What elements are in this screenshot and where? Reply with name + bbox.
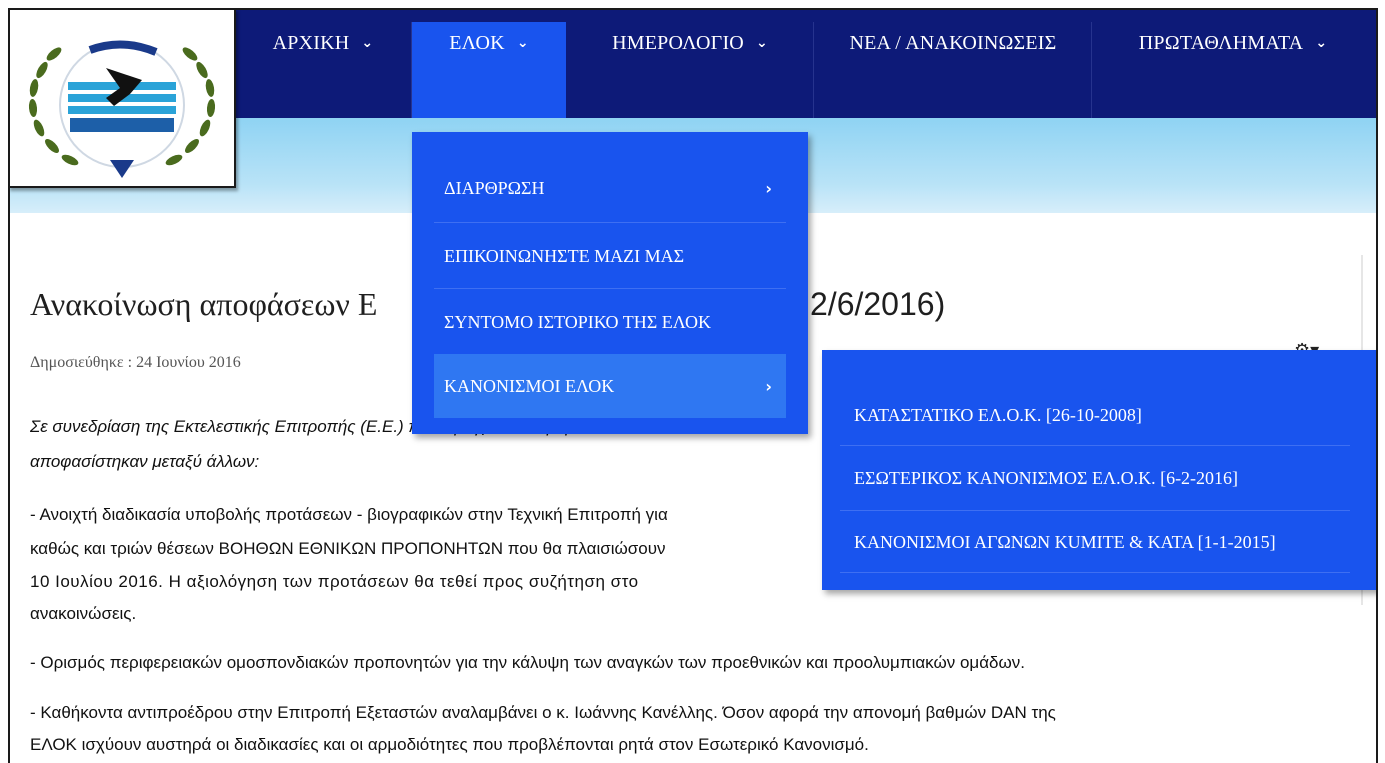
- nav-label-elok: ΕΛΟΚ: [449, 31, 505, 54]
- article-title-end: 2/6/2016): [810, 286, 946, 322]
- nav-label-championships: ΠΡΩΤΑΘΛΗΜΑΤΑ: [1138, 31, 1304, 54]
- menu-item-structure[interactable]: ΔΙΑΡΘΡΩΣΗ ›: [434, 156, 786, 220]
- published-date: Δημοσιεύθηκε : 24 Ιουνίου 2016: [30, 354, 241, 371]
- elok-dropdown-menu: ΔΙΑΡΘΡΩΣΗ › ΕΠΙΚΟΙΝΩΝΗΣΤΕ ΜΑΖΙ ΜΑΣ ΣΥΝΤΟ…: [412, 132, 808, 434]
- submenu-item-statute[interactable]: ΚΑΤΑΣΤΑΤΙΚΟ ΕΛ.Ο.Κ. [26-10-2008]: [840, 385, 1350, 445]
- menu-item-history[interactable]: ΣΥΝΤΟΜΟ ΙΣΤΟΡΙΚΟ ΤΗΣ ΕΛΟΚ: [434, 290, 786, 354]
- submenu-item-competition-rules-label: ΚΑΝΟΝΙΣΜΟΙ ΑΓΩΝΩΝ KUMITE & KATA [1-1-201…: [854, 531, 1276, 552]
- chevron-down-icon: ⌄: [361, 35, 374, 51]
- nav-item-elok[interactable]: ΕΛΟΚ ⌄: [412, 22, 566, 118]
- menu-item-regulations[interactable]: ΚΑΝΟΝΙΣΜΟΙ ΕΛΟΚ ›: [434, 354, 786, 418]
- nav-item-calendar[interactable]: ΗΜΕΡΟΛΟΓΙΟ ⌄: [566, 22, 814, 118]
- paragraph-3: - Ορισμός περιφερειακών ομοσπονδιακών πρ…: [30, 653, 1026, 672]
- chevron-down-icon: ⌄: [516, 35, 529, 51]
- regulations-submenu: ΚΑΤΑΣΤΑΤΙΚΟ ΕΛ.Ο.Κ. [26-10-2008] ΕΣΩΤΕΡΙ…: [822, 350, 1376, 590]
- menu-item-history-label: ΣΥΝΤΟΜΟ ΙΣΤΟΡΙΚΟ ΤΗΣ ΕΛΟΚ: [444, 311, 712, 332]
- menu-item-regulations-label: ΚΑΝΟΝΙΣΜΟΙ ΕΛΟΚ: [444, 375, 615, 396]
- menu-item-contact-label: ΕΠΙΚΟΙΝΩΝΗΣΤΕ ΜΑΖΙ ΜΑΣ: [444, 245, 685, 266]
- nav-item-championships[interactable]: ΠΡΩΤΑΘΛΗΜΑΤΑ ⌄: [1092, 22, 1374, 118]
- submenu-divider: [840, 510, 1350, 511]
- chevron-right-icon: ›: [765, 376, 772, 396]
- site-logo[interactable]: [10, 10, 236, 188]
- chevron-down-icon: ⌄: [1315, 35, 1328, 51]
- menu-item-structure-label: ΔΙΑΡΘΡΩΣΗ: [444, 177, 545, 198]
- menu-item-contact[interactable]: ΕΠΙΚΟΙΝΩΝΗΣΤΕ ΜΑΖΙ ΜΑΣ: [434, 224, 786, 288]
- nav-item-home[interactable]: ΑΡΧΙΚΗ ⌄: [234, 22, 412, 118]
- nav-label-news: ΝΕΑ / ΑΝΑΚΟΙΝΩΣΕΙΣ: [849, 31, 1057, 54]
- federation-logo-icon: [28, 40, 216, 178]
- submenu-item-internal-rules-label: ΕΣΩΤΕΡΙΚΟΣ ΚΑΝΟΝΙΣΜΟΣ ΕΛ.Ο.Κ. [6-2-2016]: [854, 467, 1239, 488]
- menu-divider: [434, 288, 786, 289]
- chevron-right-icon: ›: [765, 178, 772, 198]
- nav-label-calendar: ΗΜΕΡΟΛΟΓΙΟ: [612, 31, 744, 54]
- paragraph-2-line-4: ανακοινώσεις.: [30, 604, 137, 623]
- submenu-item-statute-label: ΚΑΤΑΣΤΑΤΙΚΟ ΕΛ.Ο.Κ. [26-10-2008]: [854, 404, 1142, 425]
- chevron-down-icon: ⌄: [755, 35, 768, 51]
- submenu-item-competition-rules[interactable]: ΚΑΝΟΝΙΣΜΟΙ ΑΓΩΝΩΝ KUMITE & KATA [1-1-201…: [840, 512, 1350, 572]
- nav-item-news[interactable]: ΝΕΑ / ΑΝΑΚΟΙΝΩΣΕΙΣ: [814, 22, 1092, 118]
- nav-label-home: ΑΡΧΙΚΗ: [272, 31, 350, 54]
- paragraph-4-line-1: - Καθήκοντα αντιπροέδρου στην Επιτροπή Ε…: [30, 703, 1056, 722]
- main-nav: ΑΡΧΙΚΗ ⌄ ΕΛΟΚ ⌄ ΗΜΕΡΟΛΟΓΙΟ ⌄ ΝΕΑ / ΑΝΑΚΟ…: [234, 22, 1374, 118]
- submenu-item-internal-rules[interactable]: ΕΣΩΤΕΡΙΚΟΣ ΚΑΝΟΝΙΣΜΟΣ ΕΛ.Ο.Κ. [6-2-2016]: [840, 448, 1350, 508]
- submenu-divider: [840, 445, 1350, 446]
- menu-divider: [434, 222, 786, 223]
- article-title: Ανακοίνωση αποφάσεων Ε: [30, 286, 378, 322]
- page-frame: ΑΡΧΙΚΗ ⌄ ΕΛΟΚ ⌄ ΗΜΕΡΟΛΟΓΙΟ ⌄ ΝΕΑ / ΑΝΑΚΟ…: [8, 8, 1378, 763]
- paragraph-4-line-2: ΕΛΟΚ ισχύουν αυστηρά οι διαδικασίες και …: [30, 735, 869, 754]
- submenu-divider: [840, 572, 1350, 573]
